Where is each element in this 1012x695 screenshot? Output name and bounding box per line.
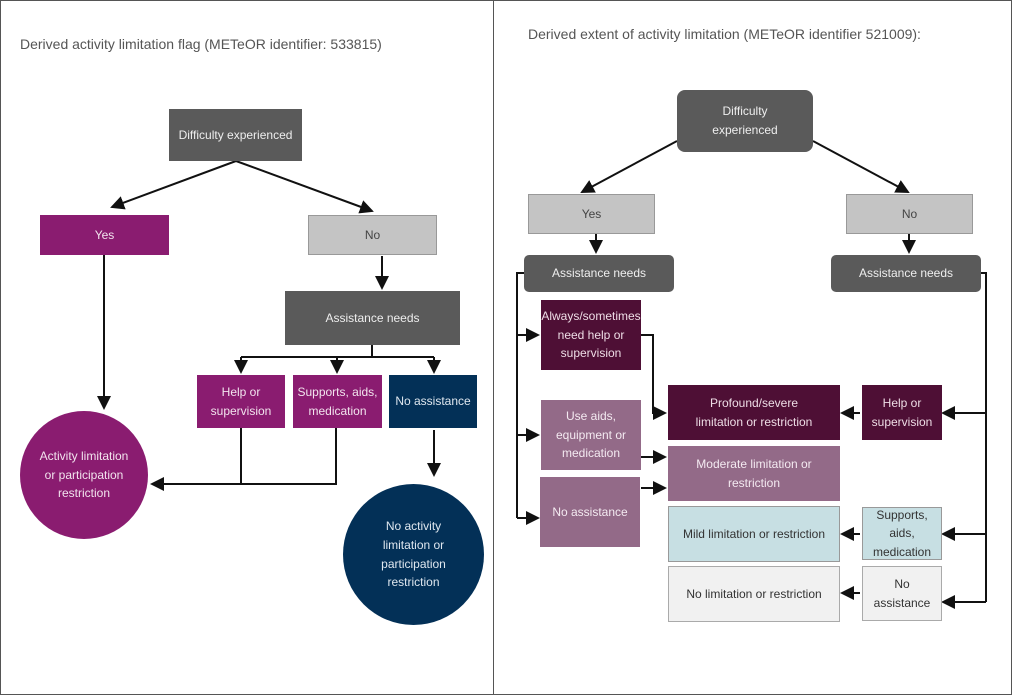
node-assistance-needs: Assistance needs	[285, 291, 460, 345]
node-always-help: Always/sometimes need help or supervisio…	[541, 300, 641, 370]
node-r-assistance-needs-yes: Assistance needs	[524, 255, 674, 292]
node-mild: Mild limitation or restriction	[668, 506, 840, 562]
node-activity-limitation: Activity limitation or participation res…	[20, 411, 148, 539]
node-r-difficulty-experienced: Difficulty experienced	[677, 90, 813, 152]
node-no-assistance: No assistance	[389, 375, 477, 428]
node-use-aids: Use aids, equipment or medication	[541, 400, 641, 470]
left-panel-title: Derived activity limitation flag (METeOR…	[20, 36, 382, 52]
page-frame	[0, 0, 1012, 695]
node-yes: Yes	[40, 215, 169, 255]
node-r-no-assistance-no: No assistance	[862, 566, 942, 621]
node-moderate: Moderate limitation or restriction	[668, 446, 840, 501]
node-no-limitation: No limitation or restriction	[668, 566, 840, 622]
node-r-no: No	[846, 194, 973, 234]
node-no-activity-limitation: No activity limitation or participation …	[343, 484, 484, 625]
node-r-no-assistance-yes: No assistance	[540, 477, 640, 547]
panel-divider	[493, 0, 494, 695]
node-difficulty-experienced: Difficulty experienced	[169, 109, 302, 161]
node-r-assistance-needs-no: Assistance needs	[831, 255, 981, 292]
node-profound-severe: Profound/severe limitation or restrictio…	[668, 385, 840, 440]
node-help-supervision: Help or supervision	[197, 375, 285, 428]
node-r-help-supervision: Help or supervision	[862, 385, 942, 440]
node-no: No	[308, 215, 437, 255]
node-r-yes: Yes	[528, 194, 655, 234]
node-supports-aids: Supports, aids, medication	[293, 375, 382, 428]
node-r-supports-aids: Supports, aids, medication	[862, 507, 942, 560]
right-panel-title: Derived extent of activity limitation (M…	[528, 26, 921, 42]
